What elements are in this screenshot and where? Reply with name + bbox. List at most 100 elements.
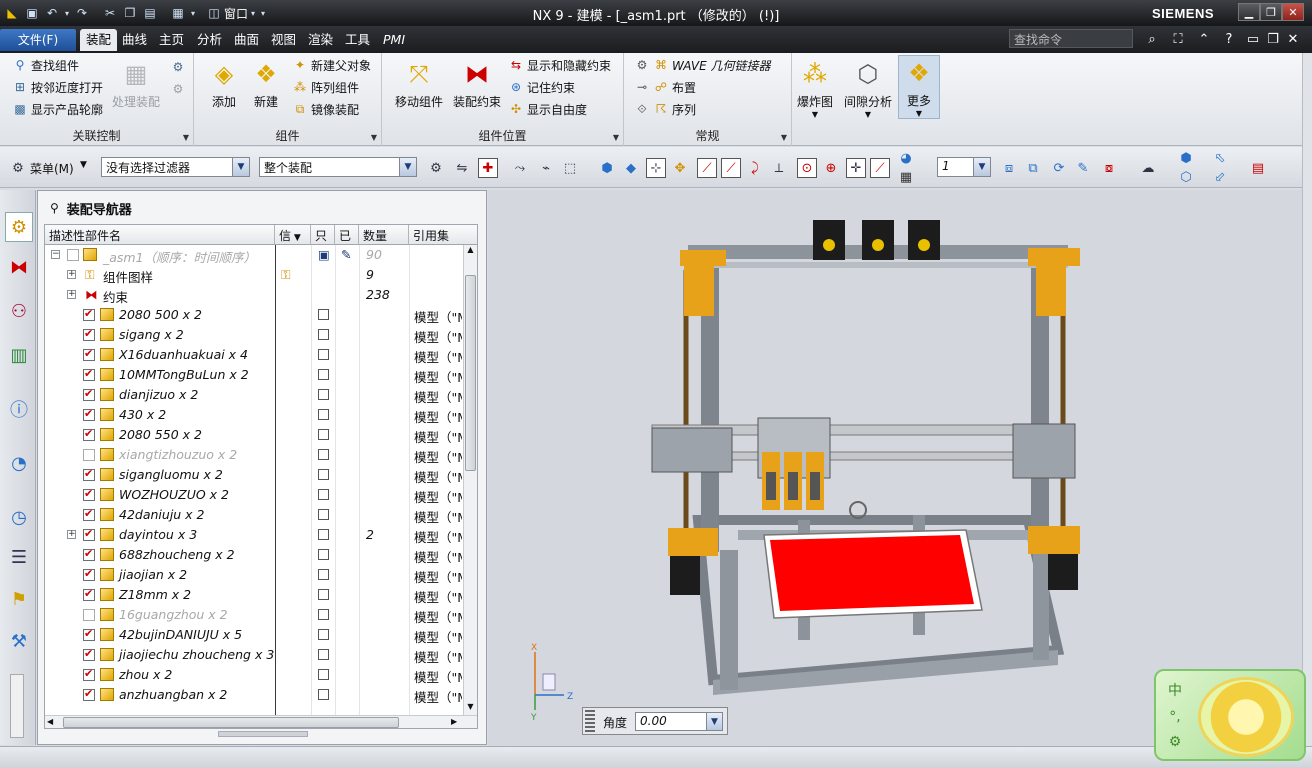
repeat-dropdown-icon[interactable]: ▾ [188,3,198,23]
visibility-checkbox[interactable] [83,627,95,641]
file-tab[interactable]: 文件(F) [0,29,76,51]
tab-view[interactable]: 视图 [265,29,302,51]
more-button[interactable]: ❖ 更多 ▼ [898,55,940,119]
control-point-icon[interactable]: ⤸ [745,158,765,178]
pin-icon[interactable]: ⚲ [50,201,59,215]
relation-extra-icon-1[interactable]: ⚙ [170,57,189,77]
table-row[interactable]: jiaojiechu zhoucheng x 3 模型（"MODEL"） [45,645,463,665]
tab-home[interactable]: 主页 [153,29,190,51]
folder-row-constraints[interactable]: + ⧓ 约束 238 [45,285,463,305]
expand-icon[interactable]: + [67,290,76,299]
group-more-icon[interactable]: ▼ [183,133,189,142]
close-button[interactable]: ✕ [1282,3,1304,21]
system-scene-tab-icon[interactable]: ⚒ [5,626,33,656]
window-menu-label[interactable]: 窗口 [224,5,248,22]
visibility-checkbox[interactable] [83,327,95,341]
table-row[interactable]: sigangluomu x 2 模型（"MODEL"） [45,465,463,485]
scroll-down-icon[interactable]: ▼ [465,702,476,715]
readonly-checkbox[interactable] [318,609,329,620]
readonly-checkbox[interactable] [318,549,329,560]
open-by-proximity-button[interactable]: ⊞ 按邻近度打开 [12,77,103,97]
expand-icon[interactable]: + [67,270,76,279]
table-row[interactable]: 10MMTongBuLun x 2 模型（"MODEL"） [45,365,463,385]
table-row[interactable]: dianjizuo x 2 模型（"MODEL"） [45,385,463,405]
arrangement-button[interactable]: ⊸ ☍ 布置 [634,77,696,97]
window-icon[interactable]: ◫ [204,3,224,23]
visibility-checkbox[interactable] [83,427,95,441]
undo-icon[interactable]: ↶ [42,3,62,23]
role-tab-icon[interactable]: ⚑ [5,584,33,614]
group-more-icon[interactable]: ▼ [371,133,377,142]
visibility-checkbox[interactable] [83,507,95,521]
sheet-body-icon[interactable]: ◆ [621,158,641,178]
panel-resize-handle[interactable] [218,731,308,737]
column-header-info[interactable]: 信 ▼ [275,225,311,245]
display-mode-icon[interactable]: ⧇ [1099,158,1119,178]
copy-icon[interactable]: ❐ [120,3,140,23]
view-orient-alt-icon[interactable]: ⬡ [1176,167,1196,187]
doc-close-icon[interactable]: ✕ [1284,30,1302,48]
visibility-checkbox[interactable] [83,567,95,581]
readonly-checkbox[interactable] [318,629,329,640]
readonly-checkbox[interactable] [318,469,329,480]
ime-settings-icon[interactable]: ⚙ [1169,734,1182,750]
part-navigator-tab-icon[interactable]: ⚇ [5,296,33,326]
cut-icon[interactable]: ✂ [100,3,120,23]
table-row[interactable]: jiaojian x 2 模型（"MODEL"） [45,565,463,585]
tab-surface[interactable]: 曲面 [228,29,265,51]
table-row[interactable]: 16guangzhou x 2 模型（"MODEL"） [45,605,463,625]
menu-dropdown-icon[interactable]: ▼ [80,160,87,170]
select-edge-icon[interactable]: ⌁ [536,158,556,178]
tab-assembly[interactable]: 装配 [80,29,118,51]
scroll-right-icon[interactable]: ▶ [451,717,457,726]
readonly-checkbox[interactable] [318,369,329,380]
chevron-down-icon[interactable]: ▼ [706,713,722,730]
process-assembly-button[interactable]: ▦ 处理装配 [110,57,162,110]
visibility-checkbox[interactable] [83,407,95,421]
help-icon[interactable]: ? [1220,30,1238,48]
readonly-checkbox[interactable] [318,409,329,420]
constraint-navigator-tab-icon[interactable]: ⧓ [5,252,33,282]
scroll-thumb[interactable] [63,717,399,728]
history-tab-icon[interactable]: ◔ [5,448,33,478]
end-point-icon[interactable]: ⟋ [697,158,717,178]
readonly-checkbox[interactable] [318,489,329,500]
scroll-up-icon[interactable]: ▲ [465,245,476,258]
render-style-icon[interactable]: ☁ [1138,158,1158,178]
drag-grip-icon[interactable] [585,710,595,732]
clearance-analysis-button[interactable]: ⬡ 间隙分析 ▼ [840,57,896,119]
collapse-ribbon-icon[interactable]: ⌃ [1195,30,1213,48]
visibility-checkbox[interactable] [83,449,95,461]
visibility-checkbox[interactable] [83,687,95,701]
visibility-checkbox[interactable] [83,587,95,601]
assembly-navigator-tab-icon[interactable]: ⚙ [5,212,33,242]
process-studio-tab-icon[interactable]: ◷ [5,502,33,532]
move-to-layer-icon[interactable]: ⧉ [1023,158,1043,178]
save-icon[interactable]: ▣ [22,3,42,23]
measure-icon[interactable]: ▤ [1248,158,1268,178]
tree-horizontal-scrollbar[interactable]: ◀ ▶ [45,715,477,728]
manufacturing-wizard-tab-icon[interactable]: ☰ [5,542,33,572]
select-component-icon[interactable]: ⚙ [426,158,446,178]
remember-constraint-button[interactable]: ⊛ 记住约束 [508,77,575,97]
table-row[interactable]: 430 x 2 模型（"MODEL"） [45,405,463,425]
resource-bar-scroller[interactable] [10,674,24,738]
show-product-outline-button[interactable]: ▩ 显示产品轮廓 [12,99,103,119]
layer-settings-icon[interactable]: ⧈ [999,158,1019,178]
graphics-window[interactable]: X Z Y [488,190,1302,746]
select-body-icon[interactable]: ⤳ [510,158,530,178]
readonly-checkbox[interactable] [318,689,329,700]
visibility-checkbox[interactable] [83,667,95,681]
repeat-command-icon[interactable]: ▦ [168,3,188,23]
visibility-checkbox[interactable] [83,467,95,481]
ime-widget[interactable]: 中 °, ⚙ [1154,669,1306,761]
tree-root-row[interactable]: − _asm1（顺序：时间顺序） ▣ ✎ 90 [45,245,463,265]
table-row[interactable]: X16duanhuakuai x 4 模型（"MODEL"） [45,345,463,365]
rotate-view-icon[interactable]: ⟳ [1049,158,1069,178]
view-orient-icon[interactable]: ⬢ [1176,148,1196,168]
table-row[interactable]: zhou x 2 模型（"MODEL"） [45,665,463,685]
snap-point-icon[interactable]: ⊹ [646,158,666,178]
visibility-checkbox[interactable] [83,387,95,401]
tab-render[interactable]: 渲染 [302,29,339,51]
snap-settings-icon[interactable]: ◕ [896,148,916,168]
